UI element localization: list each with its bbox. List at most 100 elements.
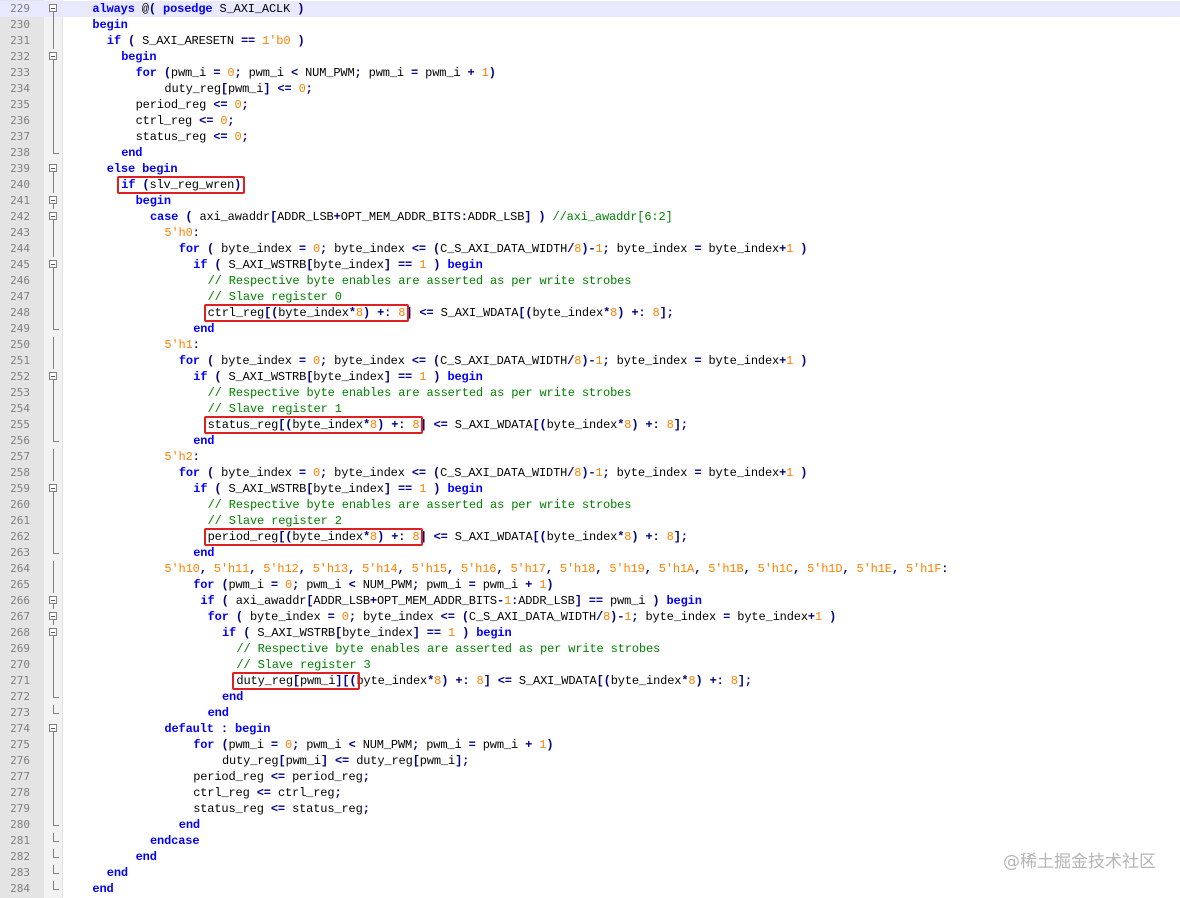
line-number: 263	[10, 546, 30, 559]
code-token: ) +:	[617, 306, 653, 320]
code-line[interactable]: 251 for ( byte_index = 0; byte_index <= (…	[0, 353, 1180, 369]
code-token: ];	[659, 306, 674, 320]
fold-toggle-icon[interactable]	[47, 593, 61, 609]
code-line[interactable]: 274 default : begin	[0, 721, 1180, 737]
code-line[interactable]: 241 begin	[0, 193, 1180, 209]
fold-toggle-icon[interactable]	[47, 625, 61, 641]
code-text: begin	[136, 193, 171, 209]
code-token: 5'h18	[559, 562, 596, 576]
code-line[interactable]: 252 if ( S_AXI_WSTRB[byte_index] == 1 ) b…	[0, 369, 1180, 385]
code-line[interactable]: 273 end	[0, 705, 1180, 721]
code-line[interactable]: 232 begin	[0, 49, 1180, 65]
code-line[interactable]: 266 if ( axi_awaddr[ADDR_LSB+OPT_MEM_ADDR…	[0, 593, 1180, 609]
fold-guide-icon	[47, 785, 61, 801]
code-line[interactable]: 262 period_reg[(byte_index*8) +: 8] <= S_…	[0, 529, 1180, 545]
code-line[interactable]: 270 // Slave register 3	[0, 657, 1180, 673]
code-token: byte_index	[616, 466, 695, 480]
code-line[interactable]: 255 status_reg[(byte_index*8) +: 8] <= S_…	[0, 417, 1180, 433]
fold-toggle-icon[interactable]	[47, 1, 61, 17]
fold-guide-icon	[47, 545, 61, 561]
code-line[interactable]: 279 status_reg <= status_reg;	[0, 801, 1180, 817]
code-line[interactable]: 267 for ( byte_index = 0; byte_index <= (…	[0, 609, 1180, 625]
line-number: 266	[10, 594, 30, 607]
code-token: ctrl_reg	[193, 786, 257, 800]
fold-toggle-icon[interactable]	[47, 49, 61, 65]
code-line[interactable]: 261 // Slave register 2	[0, 513, 1180, 529]
code-token: <=	[270, 770, 293, 784]
code-line[interactable]: 284 end	[0, 881, 1180, 897]
code-token: (	[148, 2, 164, 16]
code-line[interactable]: 238 end	[0, 145, 1180, 161]
code-line[interactable]: 250 5'h1:	[0, 337, 1180, 353]
code-line[interactable]: 271 duty_reg[pwm_i][(byte_index*8) +: 8] …	[0, 673, 1180, 689]
code-token: [(	[518, 306, 533, 320]
code-line[interactable]: 234 duty_reg[pwm_i] <= 0;	[0, 81, 1180, 97]
fold-toggle-icon[interactable]	[47, 721, 61, 737]
code-line[interactable]: 254 // Slave register 1	[0, 401, 1180, 417]
code-text: begin	[121, 49, 156, 65]
code-line[interactable]: 249 end	[0, 321, 1180, 337]
fold-toggle-icon[interactable]	[47, 161, 61, 177]
code-token: :	[460, 210, 468, 224]
code-line[interactable]: 236 ctrl_reg <= 0;	[0, 113, 1180, 129]
code-token: S_AXI_WSTRB	[228, 258, 307, 272]
code-line[interactable]: 280 end	[0, 817, 1180, 833]
fold-toggle-icon[interactable]	[47, 209, 61, 225]
code-line[interactable]: 278 ctrl_reg <= ctrl_reg;	[0, 785, 1180, 801]
code-token: [(	[596, 674, 611, 688]
code-token: )	[546, 738, 554, 752]
code-line[interactable]: 275 for (pwm_i = 0; pwm_i < NUM_PWM; pwm_…	[0, 737, 1180, 753]
code-line[interactable]: 246 // Respective byte enables are assert…	[0, 273, 1180, 289]
code-line[interactable]: 230 begin	[0, 17, 1180, 33]
fold-toggle-icon[interactable]	[47, 369, 61, 385]
code-line[interactable]: 244 for ( byte_index = 0; byte_index <= (…	[0, 241, 1180, 257]
code-line[interactable]: 247 // Slave register 0	[0, 289, 1180, 305]
code-editor[interactable]: 229 always @( posedge S_AXI_ACLK ) 230 begi…	[0, 0, 1180, 898]
code-line[interactable]: 260 // Respective byte enables are assert…	[0, 497, 1180, 513]
fold-toggle-icon[interactable]	[47, 609, 61, 625]
code-line[interactable]: 269 // Respective byte enables are assert…	[0, 641, 1180, 657]
fold-guide-icon	[47, 497, 61, 513]
fold-toggle-icon[interactable]	[47, 481, 61, 497]
code-line[interactable]: 259 if ( S_AXI_WSTRB[byte_index] == 1 ) b…	[0, 481, 1180, 497]
line-number: 232	[10, 50, 30, 63]
code-line[interactable]: 253 // Respective byte enables are assert…	[0, 385, 1180, 401]
code-line[interactable]: 237 status_reg <= 0;	[0, 129, 1180, 145]
code-text: end	[208, 705, 229, 721]
fold-guide-icon	[47, 113, 61, 129]
code-line[interactable]: 277 period_reg <= period_reg;	[0, 769, 1180, 785]
code-line[interactable]: 239 else begin	[0, 161, 1180, 177]
code-line[interactable]: 257 5'h2:	[0, 449, 1180, 465]
code-line[interactable]: 263 end	[0, 545, 1180, 561]
code-line[interactable]: 231 if ( S_AXI_ARESETN == 1'b0 )	[0, 33, 1180, 49]
fold-guide-icon	[47, 241, 61, 257]
code-token: begin	[447, 482, 483, 496]
code-line[interactable]: 235 period_reg <= 0;	[0, 97, 1180, 113]
code-token: )	[488, 66, 496, 80]
code-line[interactable]: 272 end	[0, 689, 1180, 705]
fold-toggle-icon[interactable]	[47, 193, 61, 209]
code-line[interactable]: 242 case ( axi_awaddr[ADDR_LSB+OPT_MEM_AD…	[0, 209, 1180, 225]
fold-toggle-icon[interactable]	[47, 257, 61, 273]
code-token: =	[694, 354, 709, 368]
code-line[interactable]: 245 if ( S_AXI_WSTRB[byte_index] == 1 ) b…	[0, 257, 1180, 273]
code-token: byte_index	[249, 610, 328, 624]
code-line[interactable]: 276 duty_reg[pwm_i] <= duty_reg[pwm_i];	[0, 753, 1180, 769]
code-line[interactable]: 243 5'h0:	[0, 225, 1180, 241]
code-token: (	[207, 466, 222, 480]
code-token: C_S_AXI_DATA_WIDTH	[440, 354, 568, 368]
code-line[interactable]: 258 for ( byte_index = 0; byte_index <= (…	[0, 465, 1180, 481]
code-token: duty_reg	[164, 82, 221, 96]
code-line[interactable]: 265 for (pwm_i = 0; pwm_i < NUM_PWM; pwm_…	[0, 577, 1180, 593]
code-token: byte_index	[546, 418, 618, 432]
code-line[interactable]: 264 5'h10, 5'h11, 5'h12, 5'h13, 5'h14, 5'…	[0, 561, 1180, 577]
code-line[interactable]: 248 ctrl_reg[(byte_index*8) +: 8] <= S_AX…	[0, 305, 1180, 321]
code-token: [	[335, 626, 343, 640]
fold-guide-icon	[47, 833, 61, 849]
code-line[interactable]: 268 if ( S_AXI_WSTRB[byte_index] == 1 ) b…	[0, 625, 1180, 641]
code-token: <= (	[440, 610, 469, 624]
code-token: // Respective byte enables are asserted …	[236, 642, 661, 656]
code-line[interactable]: 256 end	[0, 433, 1180, 449]
code-line[interactable]: 233 for (pwm_i = 0; pwm_i < NUM_PWM; pwm_…	[0, 65, 1180, 81]
code-line[interactable]: 229 always @( posedge S_AXI_ACLK )	[0, 1, 1180, 17]
